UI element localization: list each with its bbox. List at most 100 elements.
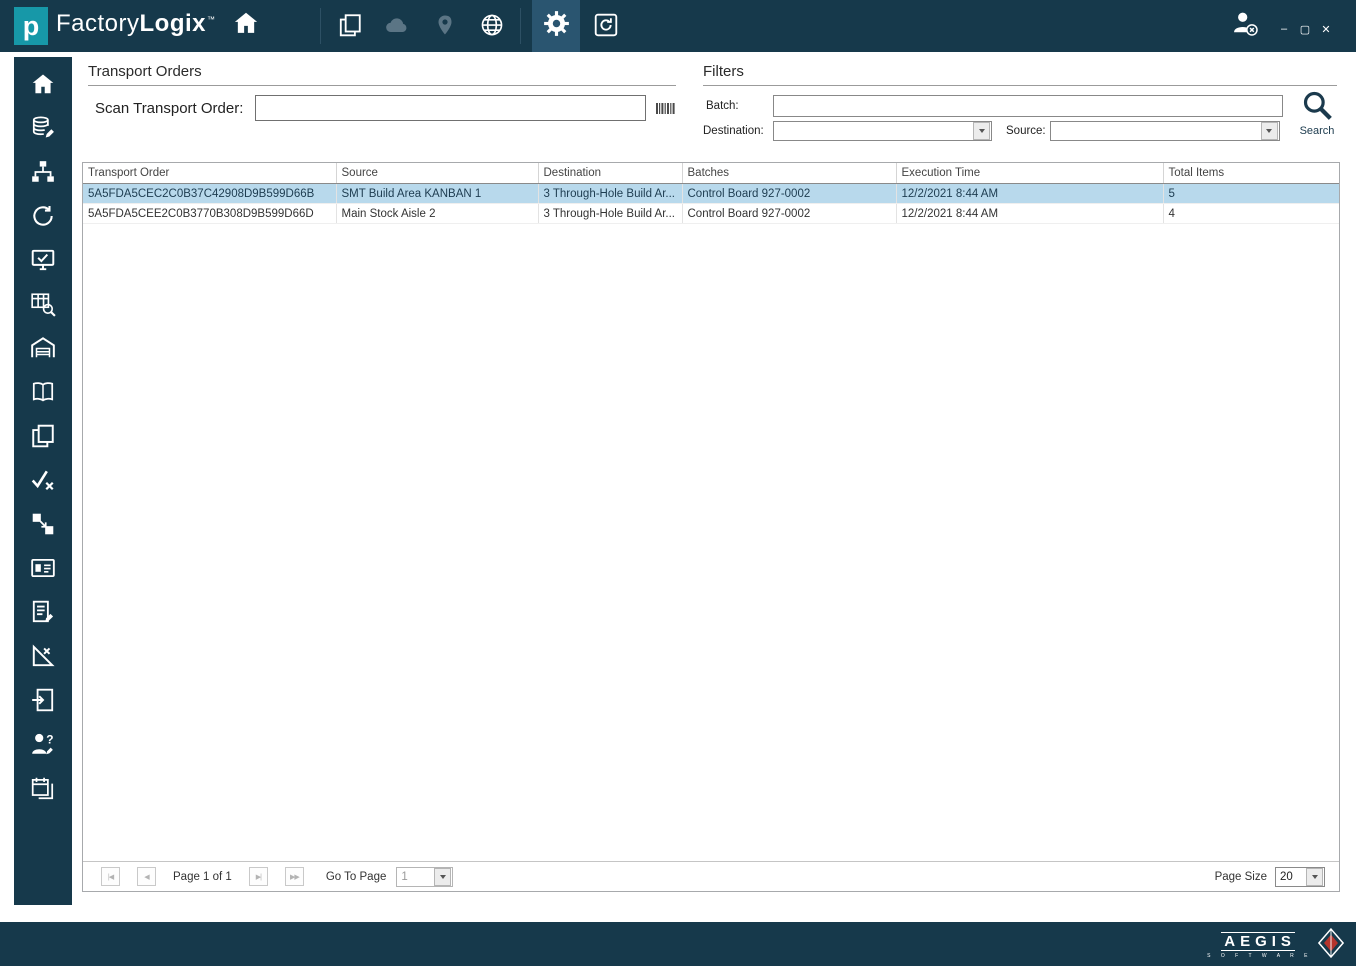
- sidebar-item-import-orders[interactable]: [14, 687, 72, 718]
- chevron-down-icon: [978, 129, 985, 133]
- batch-label: Batch:: [706, 100, 739, 112]
- table-cell: 5A5FDA5CEE2C0B3770B308D9B599D66D: [83, 203, 337, 224]
- search-button[interactable]: Search: [1295, 89, 1339, 141]
- filters-title: Filters: [703, 63, 1337, 86]
- destination-dropdown-button[interactable]: [973, 122, 990, 140]
- page-size-group: Page Size 20: [1214, 866, 1325, 887]
- page-indicator: Page 1 of 1: [173, 870, 232, 883]
- table-cell: Main Stock Aisle 2: [336, 203, 539, 224]
- search-button-label: Search: [1299, 125, 1335, 137]
- chevron-down-icon: [439, 874, 446, 879]
- transport-orders-title: Transport Orders: [88, 63, 676, 86]
- barcode-icon: [656, 102, 676, 114]
- first-page-button[interactable]: |◀: [101, 867, 120, 886]
- table-row[interactable]: 5A5FDA5CEC2C0B37C42908D9B599D66B SMT Buil…: [83, 183, 1339, 204]
- sidebar-item-documentation[interactable]: [14, 381, 72, 407]
- sidebar-item-workstation[interactable]: [14, 249, 72, 275]
- column-header[interactable]: Total Items: [1163, 163, 1339, 184]
- column-header[interactable]: Destination: [538, 163, 683, 184]
- close-button[interactable]: ✕: [1318, 21, 1334, 37]
- trademark: ™: [207, 15, 216, 24]
- history-button[interactable]: [592, 13, 620, 41]
- source-dropdown-button[interactable]: [1260, 122, 1278, 140]
- schedule-icon: [30, 775, 56, 806]
- table-cell: 12/2/2021 8:44 AM: [896, 203, 1164, 224]
- page-size-dropdown-button[interactable]: [1306, 867, 1323, 886]
- previous-page-button[interactable]: ◀: [137, 867, 156, 886]
- go-to-page-input[interactable]: 1: [396, 866, 454, 887]
- user-logout-button[interactable]: [1231, 11, 1259, 39]
- transport-orders-grid: Transport Order Source Destination Batches E…: [82, 162, 1340, 892]
- home-nav-button[interactable]: [232, 11, 260, 39]
- table-row[interactable]: 5A5FDA5CEE2C0B3770B308D9B599D66D Main Sto…: [83, 203, 1339, 224]
- aegis-brand: AEGIS S O F T W A R E: [1203, 927, 1345, 964]
- history-icon: [593, 12, 619, 43]
- go-to-page-value: 1: [401, 870, 408, 883]
- table-cell: 5: [1163, 183, 1339, 204]
- location-button[interactable]: [431, 13, 459, 41]
- sidebar-item-home[interactable]: [14, 73, 72, 99]
- page-size-select[interactable]: 20: [1275, 866, 1325, 887]
- sidebar-item-operator-support[interactable]: ?: [14, 732, 72, 759]
- column-header[interactable]: Source: [336, 163, 539, 184]
- last-page-icon: ▶▶: [289, 873, 300, 881]
- work-instructions-icon: [30, 599, 56, 630]
- destination-select[interactable]: [773, 121, 992, 141]
- app-logo-letter: p: [22, 10, 40, 41]
- sidebar-item-validation[interactable]: [14, 469, 72, 495]
- column-header[interactable]: Batches: [682, 163, 897, 184]
- history-icon: [30, 203, 56, 234]
- batch-input[interactable]: [773, 95, 1283, 117]
- sidebar-item-warehouse[interactable]: [14, 336, 72, 363]
- maximize-button[interactable]: ▢: [1297, 21, 1313, 37]
- sidebar-item-process-definition[interactable]: [14, 160, 72, 187]
- page-size-label: Page Size: [1214, 870, 1267, 883]
- scan-transport-order-label: Scan Transport Order:: [95, 99, 244, 117]
- sidebar-item-history[interactable]: [14, 205, 72, 231]
- column-header[interactable]: Execution Time: [896, 163, 1164, 184]
- titlebar: p FactoryLogix™ – ▢ ✕: [0, 0, 1356, 52]
- import-orders-icon: [30, 687, 56, 718]
- column-header[interactable]: Transport Order: [83, 163, 337, 184]
- scan-transport-order-input[interactable]: [255, 95, 647, 121]
- last-page-button[interactable]: ▶▶: [284, 867, 304, 886]
- source-select[interactable]: [1049, 121, 1280, 141]
- settings-button[interactable]: [532, 0, 580, 52]
- sidebar-item-design-check[interactable]: [14, 643, 72, 674]
- workstation-icon: [30, 247, 56, 278]
- documents-button[interactable]: [336, 13, 364, 41]
- design-check-icon: [30, 643, 56, 674]
- cloud-button[interactable]: [383, 13, 411, 41]
- next-page-button[interactable]: ▶|: [248, 867, 268, 886]
- table-cell: 4: [1163, 203, 1339, 224]
- table-cell: 5A5FDA5CEC2C0B37C42908D9B599D66B: [83, 183, 337, 204]
- sidebar-item-schedule[interactable]: [14, 777, 72, 803]
- titlebar-divider: [520, 8, 521, 44]
- table-cell: 3 Through-Hole Build Ar...: [538, 183, 683, 204]
- destination-source-filter-row: Destination: Source:: [703, 121, 1280, 141]
- table-cell: Control Board 927-0002: [682, 203, 897, 224]
- table-cell: 3 Through-Hole Build Ar...: [538, 203, 683, 224]
- brand-rule: [1220, 950, 1295, 951]
- documents-icon: [337, 12, 363, 43]
- sidebar-item-copy-orders[interactable]: [14, 424, 72, 451]
- previous-page-icon: ◀: [144, 873, 149, 881]
- brand-subtitle: S O F T W A R E: [1207, 953, 1312, 959]
- sidebar-item-data-setup[interactable]: [14, 116, 72, 143]
- app-logo: p: [14, 7, 48, 45]
- main-content: Transport Orders Scan Transport Order: F…: [82, 57, 1340, 905]
- sidebar-item-work-instructions[interactable]: [14, 599, 72, 630]
- destination-label: Destination:: [703, 125, 764, 137]
- go-to-page-dropdown-button[interactable]: [434, 867, 452, 886]
- minimize-button[interactable]: –: [1276, 21, 1292, 37]
- transport-orders-table: Transport Order Source Destination Batches E…: [83, 163, 1339, 224]
- sidebar-item-lot-query[interactable]: [14, 291, 72, 322]
- cloud-icon: [384, 12, 410, 43]
- sidebar-item-material-transfer[interactable]: [14, 513, 72, 539]
- chevron-down-icon: [1311, 874, 1318, 879]
- globe-button[interactable]: [478, 13, 506, 41]
- sidebar-item-batch-details[interactable]: [14, 557, 72, 583]
- close-icon: ✕: [1321, 23, 1331, 36]
- home-icon: [232, 9, 260, 42]
- lot-query-icon: [30, 291, 56, 322]
